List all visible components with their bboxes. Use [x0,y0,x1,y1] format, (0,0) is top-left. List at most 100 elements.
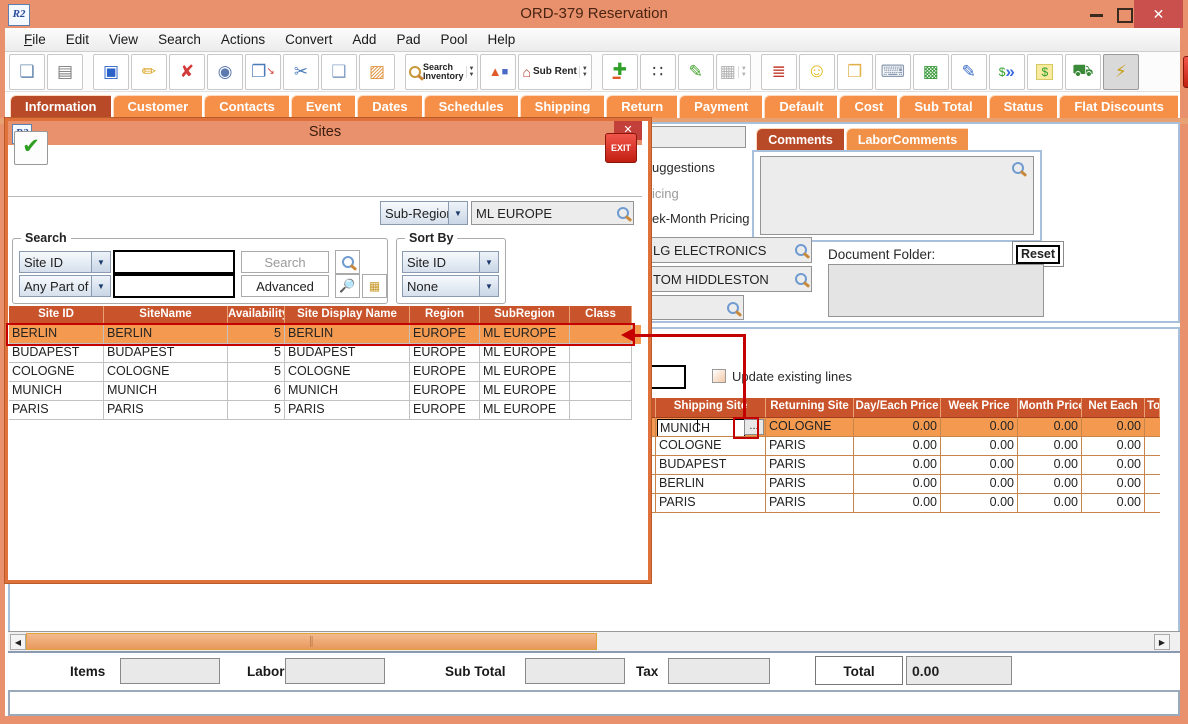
tab-default[interactable]: Default [764,95,837,118]
items-field[interactable] [120,658,220,684]
new-document-button[interactable]: ❏ [9,54,45,90]
col-day-each-price[interactable]: Day/Each Price [854,398,941,418]
cell[interactable]: 0.00 [1082,475,1145,494]
tab-dates[interactable]: Dates [357,95,421,118]
paste-special-button[interactable]: ❐↘ [245,54,281,90]
site-row-munich[interactable]: MUNICH MUNICH 6 MUNICH EUROPE ML EUROPE [9,382,641,401]
search-criteria2-dropdown[interactable]: Any Part of ... ▼ [19,275,111,297]
col-week-price[interactable]: Week Price [941,398,1018,418]
cell[interactable]: 0.00 [854,494,941,513]
comments-search-icon[interactable] [1012,162,1024,174]
customer-search-icon[interactable] [795,244,807,256]
tax-field[interactable] [668,658,770,684]
cell[interactable]: BUDAPEST [656,456,766,475]
cell[interactable]: BUDAPEST [9,344,104,363]
cell[interactable]: ML EUROPE [480,344,570,363]
cell[interactable]: 0.00 [854,456,941,475]
reset-button[interactable]: Reset [1016,245,1060,264]
folder-clock-button[interactable]: ❒ [837,54,873,90]
send-money-button[interactable]: $» [989,54,1025,90]
cell[interactable]: 0.00 [854,475,941,494]
sub-rent-dropdown[interactable]: ▼▼ [579,66,588,78]
cell[interactable]: PARIS [766,437,854,456]
add-line-button[interactable]: ✚▬ [602,54,638,90]
cell[interactable]: 0.00 [1018,437,1082,456]
tab-customer[interactable]: Customer [113,95,203,118]
document-folder-box[interactable] [828,264,1044,317]
menu-pool[interactable]: Pool [430,32,477,47]
tab-labor-comments[interactable]: LaborComments [846,128,968,150]
sortby-secondary-dropdown[interactable]: None ▼ [402,275,499,297]
customer-field[interactable]: LG ELECTRONICS [648,237,812,263]
smiley-button[interactable]: ☺ [799,54,835,90]
cell[interactable]: BUDAPEST [285,344,410,363]
cell[interactable]: EUROPE [410,382,480,401]
paste-button[interactable]: ▨ [359,54,395,90]
cell[interactable]: 0.00 [1018,418,1082,437]
tab-payment[interactable]: Payment [679,95,762,118]
cell[interactable]: 0.00 [854,418,941,437]
tab-flat-discounts[interactable]: Flat Discounts [1059,95,1178,118]
site-row-paris[interactable]: PARIS PARIS 5 PARIS EUROPE ML EUROPE [9,401,641,420]
cell[interactable]: EUROPE [410,363,480,382]
col-returning-site[interactable]: Returning Site [766,398,854,418]
cell[interactable]: COLOGNE [766,418,854,437]
search-criteria1-dropdown[interactable]: Site ID ▼ [19,251,111,273]
keyboard-button[interactable]: ⌨ [875,54,911,90]
edit-button[interactable]: ✏ [131,54,167,90]
dialog-exit-button[interactable]: EXIT [605,133,637,163]
cell[interactable]: PARIS [766,475,854,494]
cell[interactable]: 0.00 [1082,494,1145,513]
search-input-2[interactable] [113,274,235,298]
cell[interactable]: PARIS [9,401,104,420]
col-month-price[interactable]: Month Price [1018,398,1082,418]
comments-textarea[interactable] [760,156,1034,235]
subtotal-field[interactable] [525,658,625,684]
lightning-button[interactable]: ⚡ [1103,54,1139,90]
cell[interactable]: MUNICH [285,382,410,401]
shipping-row[interactable]: COLOGNE PARIS 0.00 0.00 0.00 0.00 [648,437,1160,456]
tab-shipping[interactable]: Shipping [520,95,605,118]
cell[interactable]: 0.00 [941,418,1018,437]
advanced-button[interactable]: Advanced [241,275,329,297]
contact-field[interactable]: TOM HIDDLESTON [648,266,812,292]
cell[interactable]: 5 [228,344,285,363]
cell[interactable]: PARIS [285,401,410,420]
shipping-row[interactable]: MUNICH ... COLOGNE 0.00 0.00 0.00 0.00 [648,418,1160,437]
cell[interactable]: 0.00 [1018,494,1082,513]
scroll-left-arrow[interactable]: ◀ [10,634,26,650]
menu-actions[interactable]: Actions [211,32,275,47]
cut-button[interactable]: ✂ [283,54,319,90]
cell[interactable]: MUNICH [104,382,228,401]
truck-button[interactable]: ⛟ [1065,54,1101,90]
close-button[interactable]: ✕ [1134,0,1183,28]
cell[interactable] [570,363,632,382]
cell[interactable]: PARIS [104,401,228,420]
scrollbar-thumb[interactable]: ║ [26,633,597,650]
site-row-budapest[interactable]: BUDAPEST BUDAPEST 5 BUDAPEST EUROPE ML E… [9,344,641,363]
cube-button[interactable]: ▩ [913,54,949,90]
subregion-search-icon[interactable] [617,207,629,219]
write-note-button[interactable]: ✎ [951,54,987,90]
cell[interactable]: 0.00 [1018,456,1082,475]
toolbar-exit-button[interactable]: EXIT [1183,56,1188,88]
menu-view[interactable]: View [99,32,148,47]
tab-event[interactable]: Event [291,95,355,118]
search-input-1[interactable] [113,250,235,274]
tab-schedules[interactable]: Schedules [424,95,518,118]
cell[interactable]: BERLIN [656,475,766,494]
site-row-cologne[interactable]: COLOGNE COLOGNE 5 COLOGNE EUROPE ML EURO… [9,363,641,382]
tab-comments[interactable]: Comments [756,128,844,150]
contact-search-icon[interactable] [795,273,807,285]
shapes-button[interactable]: ▲■ [480,54,516,90]
subregion-value-field[interactable]: ML EUROPE [471,201,634,225]
cell[interactable]: 0.00 [1018,475,1082,494]
accept-button[interactable]: ✔ [14,131,48,165]
cell[interactable] [570,401,632,420]
tab-information[interactable]: Information [10,95,111,118]
cell[interactable]: 0.00 [1082,456,1145,475]
search-lookup-button[interactable] [335,250,360,274]
total-field[interactable]: 0.00 [906,656,1012,685]
cell[interactable]: COLOGNE [656,437,766,456]
cell[interactable]: ML EUROPE [480,401,570,420]
